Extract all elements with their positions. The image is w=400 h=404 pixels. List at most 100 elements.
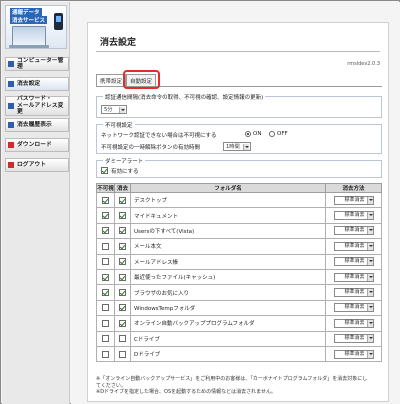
folder-name: メールアドレス帳	[130, 253, 326, 270]
table-row: 最近使ったファイル(キャッシュ) 標準消去	[96, 268, 382, 286]
invisible-checkbox[interactable]	[102, 304, 109, 312]
erase-method-select[interactable]: 標準消去	[333, 272, 374, 282]
check-interval-fieldset: 認証通信間隔(消去命令の取得、不可視の確認、設定情報の更新) 5分	[96, 93, 382, 118]
table-body: デスクトップ 標準消去 マイドキュメント 標準消去 Usersの下すべて(Vista) 標…	[96, 191, 382, 363]
erase-checkbox[interactable]	[119, 304, 126, 312]
sidebar-item-label: 消去設定	[17, 80, 41, 87]
sidebar-item-password-email[interactable]: パスワード・ メールアドレス変更	[5, 96, 69, 116]
title-divider	[96, 51, 380, 52]
sidebar-item-erase-history[interactable]: 消去履歴表示	[5, 118, 69, 132]
erase-cell	[114, 253, 131, 270]
table-row: オンライン自動バックアッププログラムフォルダ 標準消去	[96, 315, 382, 332]
nav-bullet-icon	[8, 81, 14, 87]
invisible-checkbox[interactable]	[102, 196, 109, 204]
erase-method-select[interactable]: 標準消去	[333, 349, 374, 359]
sidebar-item-label: ログアウト	[17, 161, 46, 168]
network-auth-label: ネットワーク認証できない場合は不可視にする	[101, 133, 217, 139]
nav-bullet-icon	[8, 162, 14, 168]
erase-method-select[interactable]: 標準消去	[333, 226, 374, 236]
erase-method-value: 標準消去	[344, 335, 365, 342]
tab-highlight-marker	[123, 70, 160, 89]
logo-line-1: 通報データ	[10, 8, 42, 16]
erase-cell	[114, 222, 131, 240]
mobile-phone-icon	[54, 13, 63, 30]
invisible-cell	[96, 345, 115, 363]
sidebar-item-label: コンピューター管理	[17, 57, 64, 71]
sidebar-item-computer-management[interactable]: コンピューター管理	[5, 57, 69, 71]
note-backup: ※「オンライン自動バックアップサービス」をご利用中のお客様は、「カーボナイトプロ…	[96, 376, 368, 389]
erase-checkbox[interactable]	[119, 212, 126, 220]
nav-bullet-icon	[8, 61, 14, 67]
check-interval-select[interactable]: 5分	[101, 105, 127, 114]
erase-method-select[interactable]: 標準消去	[333, 195, 374, 205]
sidebar-item-label: 消去履歴表示	[17, 121, 52, 128]
erase-method-select[interactable]: 標準消去	[333, 211, 374, 221]
release-time-select[interactable]: 1時間	[223, 142, 251, 151]
erase-checkbox[interactable]	[119, 227, 126, 235]
tab-mobile-settings[interactable]: 携帯設定	[96, 74, 127, 86]
release-time-value: 1時間	[226, 144, 240, 150]
erase-method-select[interactable]: 標準消去	[333, 288, 374, 298]
erase-method-value: 標準消去	[344, 242, 365, 249]
invisible-cell	[96, 207, 115, 224]
erase-method-select[interactable]: 標準消去	[333, 257, 374, 267]
dummy-alert-fieldset: ダミーアラート 有効にする	[96, 157, 382, 178]
folder-name: 最近使ったファイル(キャッシュ)	[130, 268, 326, 286]
check-interval-legend: 認証通信間隔(消去命令の取得、不可視の確認、設定情報の更新)	[103, 93, 266, 101]
method-cell: 標準消去	[325, 222, 382, 240]
invisible-checkbox[interactable]	[102, 258, 109, 266]
method-cell: 標準消去	[325, 330, 382, 347]
erase-checkbox[interactable]	[119, 242, 126, 250]
table-row: デスクトップ 標準消去	[96, 191, 382, 209]
dummy-alert-enable-checkbox[interactable]	[101, 167, 108, 174]
service-logo[interactable]: 通報データ 消去サービス	[5, 5, 67, 49]
erase-method-value: 標準消去	[344, 227, 365, 234]
invisible-checkbox[interactable]	[102, 335, 109, 343]
erase-checkbox[interactable]	[119, 319, 126, 327]
erase-method-select[interactable]: 標準消去	[333, 303, 374, 313]
invisible-on-radio[interactable]	[245, 131, 251, 137]
folder-name: Cドライブ	[130, 330, 326, 347]
erase-method-select[interactable]: 標準消去	[333, 318, 374, 328]
erase-method-select[interactable]: 標準消去	[333, 241, 374, 251]
erase-method-value: 標準消去	[344, 212, 365, 219]
table-row: メールアドレス帳 標準消去	[96, 253, 382, 270]
chevron-down-icon	[366, 350, 373, 358]
erase-checkbox[interactable]	[119, 335, 126, 343]
erase-checkbox[interactable]	[119, 258, 126, 266]
erase-checkbox[interactable]	[119, 350, 126, 358]
invisible-cell	[96, 299, 115, 317]
invisible-cell	[96, 284, 115, 301]
erase-method-value: 標準消去	[344, 289, 365, 296]
col-header-folder: フォルダ名	[130, 183, 326, 193]
sidebar: 通報データ 消去サービス コンピューター管理 消去設定 パスワード・ メールアド…	[2, 2, 70, 404]
nav-bullet-icon	[8, 142, 14, 148]
erase-checkbox[interactable]	[119, 273, 126, 281]
invisible-settings-legend: 不可視設定	[103, 121, 135, 129]
folder-name: WindowsTempフォルダ	[130, 299, 326, 317]
release-time-label: 不可視設定の一時解除ボタンの有効時間	[101, 145, 201, 151]
erase-method-select[interactable]: 標準消去	[333, 334, 374, 344]
invisible-cell	[96, 268, 115, 286]
erase-cell	[114, 284, 131, 301]
invisible-checkbox[interactable]	[102, 242, 109, 250]
sidebar-item-logout[interactable]: ログアウト	[5, 158, 69, 172]
invisible-cell	[96, 315, 115, 332]
erase-checkbox[interactable]	[119, 196, 126, 204]
invisible-checkbox[interactable]	[102, 289, 109, 297]
sidebar-item-erase-settings[interactable]: 消去設定	[5, 77, 69, 91]
erase-checkbox[interactable]	[119, 289, 126, 297]
sidebar-item-download[interactable]: ダウンロード	[5, 138, 69, 152]
invisible-cell	[96, 330, 115, 347]
folder-name: Dドライブ	[130, 345, 326, 363]
invisible-checkbox[interactable]	[102, 273, 109, 281]
invisible-checkbox[interactable]	[102, 319, 109, 327]
invisible-off-radio[interactable]	[269, 131, 275, 137]
method-cell: 標準消去	[325, 238, 382, 255]
invisible-checkbox[interactable]	[102, 212, 109, 220]
invisible-settings-fieldset: 不可視設定 ネットワーク認証できない場合は不可視にする ON OFF 不可視設定…	[96, 121, 382, 154]
col-header-method: 消去方法	[325, 183, 382, 193]
invisible-checkbox[interactable]	[102, 350, 109, 358]
table-row: Usersの下すべて(Vista) 標準消去	[96, 222, 382, 240]
invisible-checkbox[interactable]	[102, 227, 109, 235]
